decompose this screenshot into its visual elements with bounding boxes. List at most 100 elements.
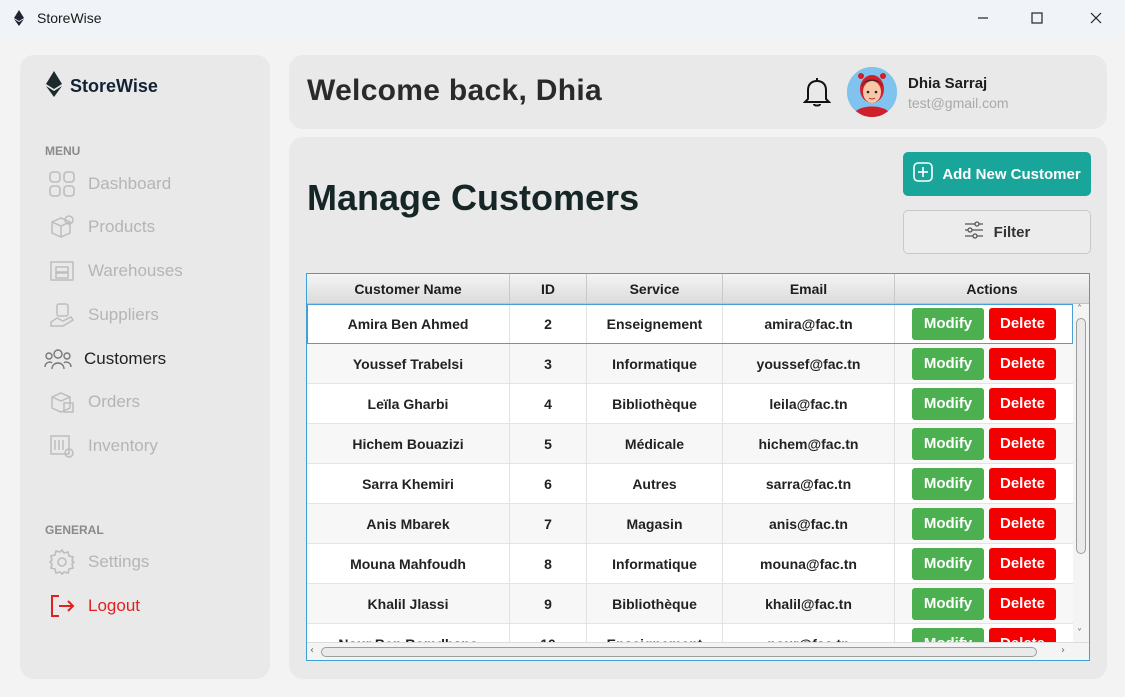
cell-email: sarra@fac.tn (723, 464, 895, 504)
table-row[interactable]: Amira Ben Ahmed 2 Enseignement amira@fac… (307, 304, 1073, 344)
cell-name: Leïla Gharbi (307, 384, 510, 424)
modify-button[interactable]: Modify (912, 508, 984, 540)
vertical-scrollbar[interactable]: ˄ ˅ (1073, 304, 1089, 642)
table-row[interactable]: Khalil Jlassi 9 Bibliothèque khalil@fac.… (307, 584, 1073, 624)
delete-button[interactable]: Delete (989, 468, 1056, 500)
cell-actions: Modify Delete (895, 504, 1073, 544)
cell-name: Amira Ben Ahmed (307, 304, 510, 344)
delete-button[interactable]: Delete (989, 508, 1056, 540)
cell-email: leila@fac.tn (723, 384, 895, 424)
scroll-up-icon[interactable]: ˄ (1077, 304, 1082, 315)
sidebar-item-label: Settings (88, 552, 150, 571)
horizontal-scrollbar[interactable]: ‹ › (307, 642, 1089, 660)
cell-id: 9 (510, 584, 587, 624)
modify-button[interactable]: Modify (912, 548, 984, 580)
delete-button[interactable]: Delete (989, 348, 1056, 380)
sidebar-item-label: Customers (84, 349, 167, 368)
warehouse-icon (48, 257, 76, 285)
cell-actions: Modify Delete (895, 464, 1073, 504)
cell-actions: Modify Delete (895, 584, 1073, 624)
modify-button[interactable]: Modify (912, 388, 984, 420)
horizontal-scroll-thumb[interactable] (321, 647, 1037, 657)
cell-service: Enseignement (587, 304, 723, 344)
cell-name: Nour Ben Romdhane (307, 624, 510, 642)
cell-email: amira@fac.tn (723, 304, 895, 344)
sidebar-item-suppliers[interactable]: Suppliers (48, 300, 248, 330)
table-row[interactable]: Nour Ben Romdhane 10 Enseignement nour@f… (307, 624, 1073, 642)
sidebar-item-label: Dashboard (88, 174, 172, 193)
table-row[interactable]: Mouna Mahfoudh 8 Informatique mouna@fac.… (307, 544, 1073, 584)
table-body: Amira Ben Ahmed 2 Enseignement amira@fac… (307, 304, 1073, 642)
table-header: Customer Name ID Service Email Actions (307, 274, 1089, 304)
filter-label: Filter (993, 223, 1031, 241)
scroll-down-icon[interactable]: ˅ (1077, 628, 1082, 639)
cell-name: Sarra Khemiri (307, 464, 510, 504)
cell-email: nour@fac.tn (723, 624, 895, 642)
cell-id: 7 (510, 504, 587, 544)
add-customer-button[interactable]: Add New Customer (903, 152, 1091, 196)
sidebar-item-warehouses[interactable]: Warehouses (48, 256, 248, 286)
delete-button[interactable]: Delete (989, 428, 1056, 460)
delete-button[interactable]: Delete (989, 388, 1056, 420)
cell-service: Informatique (587, 344, 723, 384)
delete-button[interactable]: Delete (989, 588, 1056, 620)
sidebar-item-logout[interactable]: Logout (48, 591, 248, 621)
sidebar-item-orders[interactable]: Orders (48, 387, 248, 417)
sidebar-item-label: Inventory (88, 436, 158, 455)
delete-button[interactable]: Delete (989, 548, 1056, 580)
table-row[interactable]: Sarra Khemiri 6 Autres sarra@fac.tn Modi… (307, 464, 1073, 504)
column-header-id[interactable]: ID (510, 274, 587, 304)
products-icon (48, 213, 76, 241)
cell-service: Magasin (587, 504, 723, 544)
suppliers-icon (48, 301, 76, 329)
modify-button[interactable]: Modify (912, 428, 984, 460)
delete-button[interactable]: Delete (989, 308, 1056, 340)
delete-button[interactable]: Delete (989, 628, 1056, 642)
cell-id: 4 (510, 384, 587, 424)
maximize-button[interactable] (1008, 0, 1066, 36)
modify-button[interactable]: Modify (912, 588, 984, 620)
sliders-icon (964, 221, 984, 243)
close-button[interactable] (1067, 0, 1125, 36)
modify-button[interactable]: Modify (912, 308, 984, 340)
sidebar-item-products[interactable]: Products (48, 212, 248, 242)
column-header-email[interactable]: Email (723, 274, 895, 304)
scroll-left-icon[interactable]: ‹ (310, 645, 314, 656)
brand-name: StoreWise (70, 76, 158, 96)
table-row[interactable]: Anis Mbarek 7 Magasin anis@fac.tn Modify… (307, 504, 1073, 544)
customers-table: Customer Name ID Service Email Actions A… (306, 273, 1090, 661)
column-header-actions: Actions (966, 281, 1018, 297)
column-header-name[interactable]: Customer Name (307, 274, 510, 304)
modify-button[interactable]: Modify (912, 468, 984, 500)
modify-button[interactable]: Modify (912, 348, 984, 380)
cell-service: Bibliothèque (587, 584, 723, 624)
sidebar: StoreWise MENU Dashboard Products Wareho… (20, 55, 270, 679)
window-title: StoreWise (37, 10, 102, 26)
vertical-scroll-thumb[interactable] (1076, 318, 1086, 554)
cell-actions: Modify Delete (895, 344, 1073, 384)
dashboard-icon (48, 170, 76, 198)
minimize-button[interactable] (954, 0, 1012, 36)
column-header-service[interactable]: Service (587, 274, 723, 304)
cell-service: Autres (587, 464, 723, 504)
table-row[interactable]: Hichem Bouazizi 5 Médicale hichem@fac.tn… (307, 424, 1073, 464)
logout-icon (48, 592, 76, 620)
filter-button[interactable]: Filter (903, 210, 1091, 254)
table-row[interactable]: Leïla Gharbi 4 Bibliothèque leila@fac.tn… (307, 384, 1073, 424)
plus-square-icon (913, 162, 934, 186)
sidebar-item-inventory[interactable]: Inventory (48, 431, 248, 461)
sidebar-item-dashboard[interactable]: Dashboard (48, 169, 248, 199)
customers-icon (44, 345, 72, 373)
notification-bell-icon[interactable] (802, 77, 832, 112)
header-bar: Welcome back, Dhia Dhia Sarraj test@gmai… (289, 55, 1107, 129)
table-row[interactable]: Youssef Trabelsi 3 Informatique youssef@… (307, 344, 1073, 384)
modify-button[interactable]: Modify (912, 628, 984, 642)
sidebar-item-customers[interactable]: Customers (44, 344, 244, 374)
user-email: test@gmail.com (908, 95, 1009, 111)
scroll-right-icon[interactable]: › (1061, 645, 1065, 656)
cell-service: Informatique (587, 544, 723, 584)
cell-name: Anis Mbarek (307, 504, 510, 544)
sidebar-item-settings[interactable]: Settings (48, 547, 248, 577)
menu-section-label: MENU (45, 144, 81, 158)
avatar[interactable] (847, 67, 897, 117)
